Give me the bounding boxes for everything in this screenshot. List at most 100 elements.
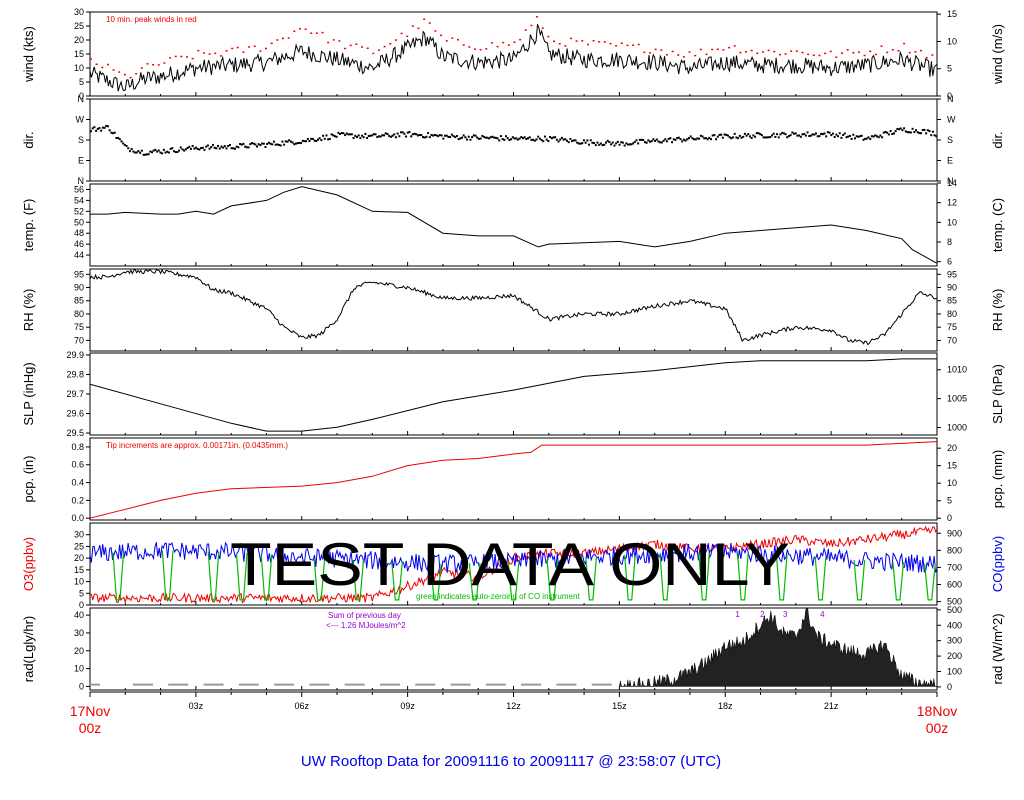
direction-point <box>914 129 917 132</box>
peak-wind-point <box>784 53 787 55</box>
peak-wind-point <box>400 32 403 35</box>
peak-wind-point <box>479 49 482 51</box>
peak-wind-point <box>897 49 900 52</box>
direction-point <box>633 141 636 144</box>
right-tick-label: 80 <box>947 309 957 319</box>
direction-point <box>869 137 872 140</box>
left-tick-label: 0.2 <box>71 495 84 505</box>
series-temperature <box>90 186 937 264</box>
y-axis-label-right: SLP (hPa) <box>990 364 1005 424</box>
panel-temp: 44464850525456 6 8 10 12 14 temp. (F) temp. (C) <box>21 178 1005 267</box>
direction-point <box>840 136 843 139</box>
peak-wind-point <box>801 51 804 54</box>
y-axis-label-left: RH (%) <box>21 289 36 332</box>
direction-point <box>582 139 585 142</box>
direction-point <box>732 136 735 139</box>
left-tick-label: 0 <box>79 681 84 691</box>
direction-point <box>750 136 753 139</box>
right-tick-label: 100 <box>947 667 962 677</box>
peak-wind-point <box>434 30 437 32</box>
direction-point <box>664 138 667 141</box>
direction-point <box>743 132 746 135</box>
left-tick-label: 5 <box>79 77 84 87</box>
direction-point <box>98 127 101 130</box>
direction-point <box>604 141 607 144</box>
peak-wind-point <box>123 73 126 76</box>
right-tick-label: W <box>947 115 956 125</box>
peak-wind-point <box>355 43 358 45</box>
left-tick-label: 15 <box>74 565 84 575</box>
peak-wind-point <box>688 51 691 53</box>
direction-point <box>364 132 367 135</box>
peak-wind-point <box>236 46 239 49</box>
left-tick-label: 30 <box>74 628 84 638</box>
panel-slp: 29.5 29.6 29.7 29.8 29.9 1000 1005 1010 SLP (inH… <box>21 350 1005 438</box>
left-tick-label: 29.7 <box>66 389 84 399</box>
direction-point <box>90 130 92 133</box>
direction-point <box>306 137 309 140</box>
left-tick-label: 0.8 <box>71 442 84 452</box>
peak-wind-point <box>513 41 516 43</box>
peak-wind-point <box>349 44 352 47</box>
peak-wind-point <box>716 48 719 51</box>
direction-point <box>328 137 331 140</box>
direction-point <box>479 137 482 140</box>
direction-point <box>147 153 150 156</box>
peak-wind-point <box>547 35 550 38</box>
peak-wind-point <box>857 51 860 53</box>
direction-point <box>772 132 775 135</box>
left-tick-label: 25 <box>74 541 84 551</box>
peak-wind-point <box>649 52 652 54</box>
direction-point <box>467 135 470 138</box>
direction-point <box>100 129 103 132</box>
radiation-marker: 4 <box>820 610 825 619</box>
right-tick-label: 12 <box>947 198 957 208</box>
peak-wind-point <box>778 53 781 56</box>
direction-point <box>203 148 206 151</box>
direction-point <box>311 137 314 140</box>
peak-wind-point <box>327 41 330 44</box>
direction-point <box>733 132 736 135</box>
right-tick-label: 14 <box>947 178 957 188</box>
co-auto-zero-dip <box>814 557 827 601</box>
series-precipitation <box>90 441 937 519</box>
direction-point <box>838 132 841 135</box>
direction-point <box>689 135 692 138</box>
y-axis-label-right: dir. <box>990 131 1005 148</box>
peak-wind-point <box>886 51 889 54</box>
peak-wind-point <box>699 48 702 51</box>
direction-point <box>611 141 614 144</box>
y-axis-label-right: CO(ppbv) <box>990 536 1005 592</box>
direction-point <box>93 126 96 129</box>
peak-wind-point <box>366 47 369 49</box>
direction-point <box>455 135 458 138</box>
peak-wind-point <box>874 53 877 56</box>
direction-point <box>210 146 213 149</box>
right-tick-label: 95 <box>947 269 957 279</box>
peak-wind-point <box>558 43 561 45</box>
peak-wind-point <box>423 18 426 20</box>
left-tick-label: 44 <box>74 250 84 260</box>
left-tick-label: 20 <box>74 35 84 45</box>
direction-point <box>547 140 550 143</box>
panel-annotation: 10 min. peak winds in red <box>106 15 197 24</box>
direction-point <box>713 134 716 137</box>
direction-point <box>139 151 142 154</box>
peak-wind-point <box>462 44 465 46</box>
direction-point <box>191 144 194 147</box>
radiation-marker: 1 <box>735 610 740 619</box>
plot-frame <box>89 183 938 267</box>
left-tick-label: 15 <box>74 49 84 59</box>
co-auto-zero-dip <box>112 552 125 601</box>
left-tick-label: W <box>76 115 85 125</box>
peak-wind-point <box>490 42 493 44</box>
radiation-marker: 3 <box>783 610 788 619</box>
left-tick-label: 10 <box>74 63 84 73</box>
right-tick-label: 1010 <box>947 365 967 375</box>
direction-point <box>95 129 98 132</box>
peak-wind-point <box>852 52 855 54</box>
direction-point <box>621 141 624 144</box>
panel-data-group <box>90 441 937 519</box>
direction-point <box>201 146 204 149</box>
direction-point <box>784 133 787 136</box>
